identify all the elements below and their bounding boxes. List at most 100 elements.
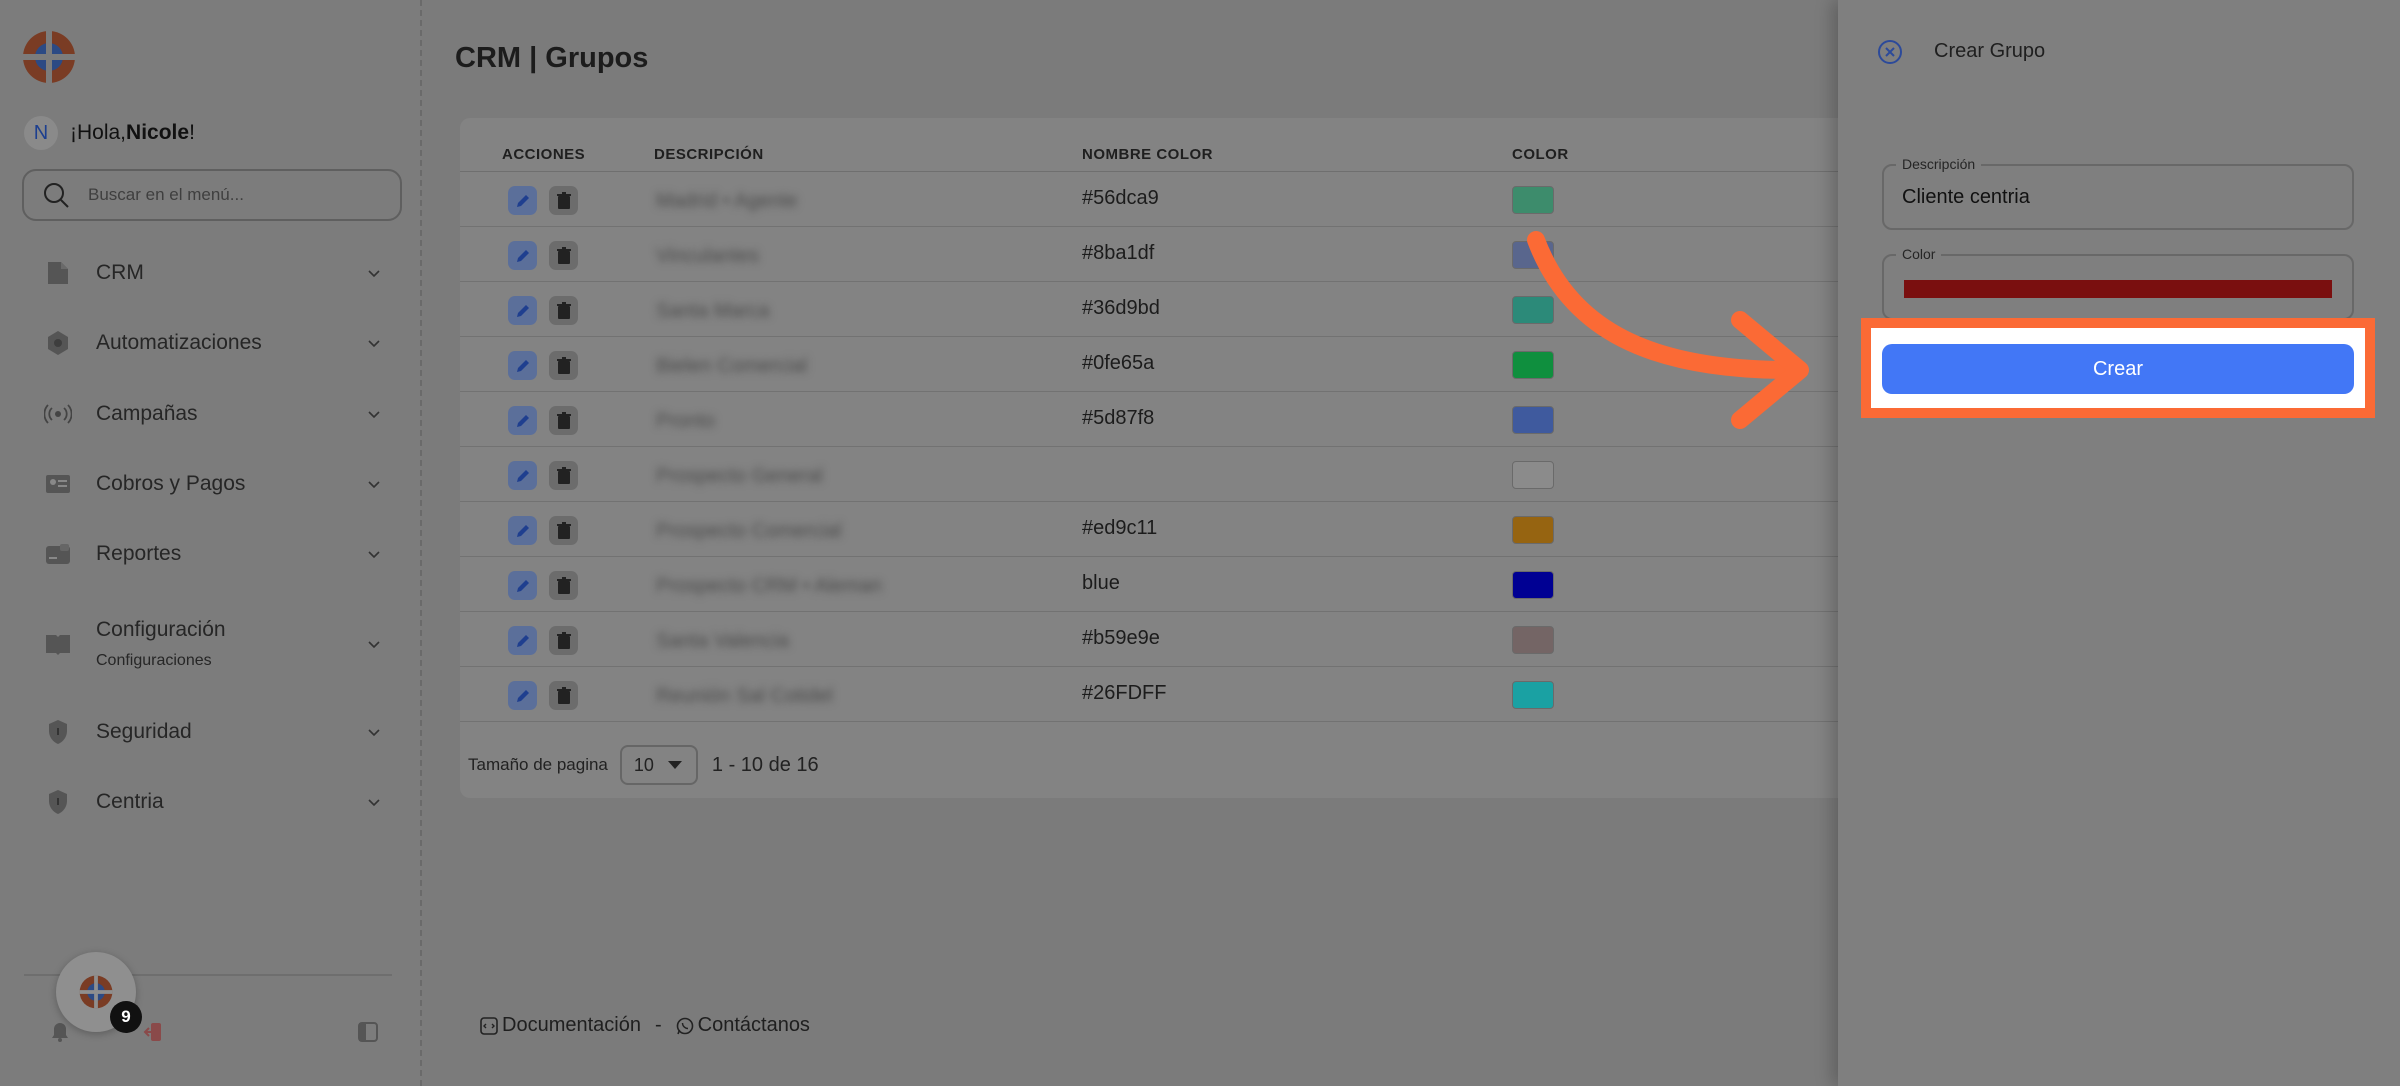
sidebar-item-label: Centria: [96, 790, 164, 813]
row-actions: [508, 296, 578, 325]
table-row: Madrid • Agente #56dca9: [460, 172, 1850, 227]
row-description: Prospecto General: [656, 465, 823, 487]
sidebar-item-crm[interactable]: CRM: [44, 248, 384, 298]
row-color-name: #26FDFF: [1082, 682, 1167, 704]
trash-icon: [556, 686, 571, 704]
pencil-icon: [516, 359, 529, 372]
sidebar-item-campanas[interactable]: Campañas: [44, 389, 384, 439]
color-field[interactable]: Color: [1882, 246, 2354, 320]
pencil-icon: [516, 414, 529, 427]
chevron-down-icon: [368, 641, 380, 649]
menu-search[interactable]: [22, 169, 402, 221]
search-icon: [44, 183, 69, 208]
sidebar-item-label: Cobros y Pagos: [96, 472, 246, 495]
delete-button[interactable]: [549, 351, 578, 380]
sidebar-item-centria[interactable]: Centria: [44, 777, 384, 827]
caret-down-icon: [667, 761, 682, 769]
delete-button[interactable]: [549, 571, 578, 600]
row-description: Reunión Sal Cotidel: [656, 685, 833, 707]
pencil-icon: [516, 689, 529, 702]
greeting: N ¡Hola, Nicole!: [24, 116, 195, 150]
row-color-swatch: [1512, 681, 1554, 709]
docs-link[interactable]: Documentación: [480, 1014, 641, 1037]
row-description: Bielen Comercial: [656, 355, 808, 377]
logout-icon[interactable]: [140, 1018, 168, 1046]
delete-button[interactable]: [549, 406, 578, 435]
row-actions: [508, 406, 578, 435]
page-size-label: Tamaño de pagina: [468, 755, 608, 774]
table-header: ACCIONES DESCRIPCIÓN NOMBRE COLOR COLOR: [460, 136, 1850, 172]
column-header[interactable]: DESCRIPCIÓN: [654, 146, 764, 163]
greeting-prefix: ¡Hola,: [70, 121, 127, 144]
collapse-sidebar-icon[interactable]: [354, 1018, 382, 1046]
shield-icon: [44, 718, 72, 746]
table-row: Reunión Sal Cotidel #26FDFF: [460, 667, 1850, 722]
edit-button[interactable]: [508, 296, 537, 325]
sidebar: N ¡Hola, Nicole! CRM Automatizaciones Ca…: [0, 0, 422, 1086]
edit-button[interactable]: [508, 681, 537, 710]
trash-icon: [556, 411, 571, 429]
sidebar-item-configuracion[interactable]: Configuración Configuraciones: [44, 614, 384, 674]
delete-button[interactable]: [549, 296, 578, 325]
centria-logo-icon[interactable]: [22, 30, 76, 84]
row-color-name: #b59e9e: [1082, 627, 1160, 649]
delete-button[interactable]: [549, 241, 578, 270]
description-input[interactable]: [1902, 186, 2332, 209]
row-description: Santa Marca: [656, 300, 770, 322]
trash-icon: [556, 191, 571, 209]
docs-icon: [480, 1016, 498, 1035]
avatar[interactable]: N: [24, 116, 58, 150]
pagination: Tamaño de pagina 10 1 - 10 de 16: [468, 745, 819, 785]
edit-button[interactable]: [508, 571, 537, 600]
contact-link[interactable]: Contáctanos: [676, 1014, 810, 1037]
edit-button[interactable]: [508, 241, 537, 270]
sidebar-item-seguridad[interactable]: Seguridad: [44, 707, 384, 757]
card-icon: [44, 540, 72, 568]
edit-button[interactable]: [508, 186, 537, 215]
delete-button[interactable]: [549, 516, 578, 545]
page-range: 1 - 10 de 16: [711, 753, 819, 776]
row-color-swatch: [1512, 516, 1554, 544]
row-actions: [508, 186, 578, 215]
row-actions: [508, 681, 578, 710]
column-header[interactable]: COLOR: [1512, 146, 1569, 163]
chevron-down-icon: [368, 481, 380, 489]
search-input[interactable]: [88, 185, 368, 205]
edit-button[interactable]: [508, 406, 537, 435]
color-picker[interactable]: [1904, 280, 2332, 298]
row-actions: [508, 461, 578, 490]
sidebar-item-reportes[interactable]: Reportes: [44, 529, 384, 579]
document-icon: [44, 259, 72, 287]
row-description: Prospecto CRM • Aleman: [656, 575, 882, 597]
trash-icon: [556, 301, 571, 319]
pencil-icon: [516, 634, 529, 647]
edit-button[interactable]: [508, 351, 537, 380]
sidebar-item-label: Campañas: [96, 402, 198, 425]
edit-button[interactable]: [508, 516, 537, 545]
close-icon[interactable]: [1876, 38, 1904, 66]
page-size-select[interactable]: 10: [619, 745, 698, 785]
create-group-panel: Crear Grupo Descripción Color: [1838, 0, 2400, 1086]
contact-link-label: Contáctanos: [697, 1014, 810, 1036]
trash-icon: [556, 521, 571, 539]
column-header[interactable]: NOMBRE COLOR: [1082, 146, 1213, 163]
sidebar-item-cobros-pagos[interactable]: Cobros y Pagos: [44, 459, 384, 509]
color-label: Color: [1896, 246, 1942, 262]
column-header[interactable]: ACCIONES: [502, 146, 585, 163]
arrow-annotation: [1527, 231, 1809, 429]
crear-button[interactable]: Crear: [1882, 344, 2354, 394]
delete-button[interactable]: [549, 681, 578, 710]
delete-button[interactable]: [549, 186, 578, 215]
delete-button[interactable]: [549, 626, 578, 655]
trash-icon: [556, 466, 571, 484]
sidebar-item-label: Seguridad: [96, 720, 192, 743]
edit-button[interactable]: [508, 626, 537, 655]
description-field[interactable]: Descripción: [1882, 156, 2354, 230]
sidebar-item-automatizaciones[interactable]: Automatizaciones: [44, 318, 384, 368]
sidebar-item-label: Configuración Configuraciones: [96, 618, 366, 670]
table-row: Prospecto Comercial #ed9c11: [460, 502, 1850, 557]
edit-button[interactable]: [508, 461, 537, 490]
shield-icon: [44, 788, 72, 816]
chevron-down-icon: [368, 551, 380, 559]
delete-button[interactable]: [549, 461, 578, 490]
